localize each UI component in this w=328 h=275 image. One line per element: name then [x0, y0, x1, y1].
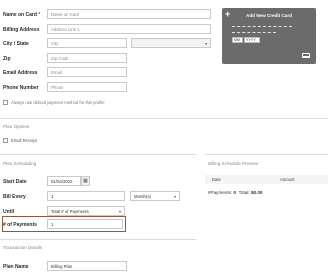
chevron-down-icon: ▾ — [118, 209, 121, 214]
expiry-year-select[interactable]: YYYY — [244, 37, 260, 43]
card-title: Add New Credit Card — [246, 13, 292, 18]
divider — [0, 118, 328, 119]
default-payment-checkbox[interactable] — [3, 100, 8, 105]
billing-address-label: Billing Address — [3, 27, 40, 33]
city-state-label: City / State — [3, 41, 29, 47]
preview-amount-header: Amount — [280, 177, 295, 182]
total-label: Total: — [238, 190, 250, 195]
city-input[interactable]: City — [47, 38, 127, 48]
zip-label: Zip — [3, 56, 11, 62]
plan-name-input[interactable]: Billing Plan — [47, 261, 127, 271]
phone-label: Phone Number — [3, 85, 39, 91]
chevron-down-icon: ▾ — [204, 41, 207, 46]
calendar-icon[interactable]: ▦ — [81, 176, 90, 186]
expiry-month-select[interactable]: MM — [232, 37, 243, 43]
preview-date-header: Date — [212, 177, 221, 182]
email-receipt-label: Email Receipt — [11, 138, 37, 143]
divider — [205, 154, 328, 155]
state-select[interactable]: ▾ — [131, 38, 211, 48]
email-receipt-checkbox[interactable] — [3, 138, 8, 143]
email-label: Email Address — [3, 70, 38, 76]
bill-every-input[interactable]: 1 — [47, 191, 125, 201]
divider — [0, 239, 196, 240]
bill-every-unit-value: Month(s) — [134, 194, 151, 199]
num-payments-label: # of Payments — [3, 222, 37, 228]
credit-card-widget: + Add New Credit Card MM YYYY — [222, 8, 316, 64]
phone-input[interactable]: Phone — [47, 82, 127, 92]
payments-count-label: #Payments: — [208, 190, 233, 195]
plan-name-label: Plan Name — [3, 264, 29, 270]
until-select[interactable]: Total # of Payments ▾ — [47, 206, 125, 216]
preview-summary: #Payments: 0 Total: $0.00 — [208, 190, 262, 195]
preview-table-header: Date Amount — [205, 175, 328, 184]
plan-scheduling-title: Plan Scheduling — [3, 161, 37, 166]
until-value: Total # of Payments — [51, 209, 89, 214]
chevron-down-icon: ▾ — [173, 194, 176, 199]
card-chip-icon — [302, 53, 310, 58]
payments-count-value: 0 — [233, 190, 237, 195]
card-number-line-2 — [232, 32, 276, 33]
preview-title: Billing Schedule Preview — [208, 161, 259, 166]
zip-input[interactable]: Zip Code — [47, 53, 127, 63]
billing-address-input[interactable]: Address Line 1 — [47, 24, 211, 34]
email-input[interactable]: Email — [47, 67, 127, 77]
name-on-card-label: Name on Card * — [3, 12, 41, 18]
card-number-line — [232, 26, 292, 27]
bill-every-label: Bill Every — [3, 194, 26, 200]
start-date-input[interactable]: 01/04/2022 — [47, 176, 81, 186]
name-on-card-input[interactable]: Name on Card — [47, 9, 211, 19]
default-payment-label: Always use default payment method for th… — [11, 100, 105, 105]
bill-every-unit-select[interactable]: Month(s) ▾ — [130, 191, 180, 201]
start-date-label: Start Date — [3, 179, 27, 185]
num-payments-input[interactable]: 1 — [47, 219, 123, 229]
plan-options-title: Plan Options — [3, 124, 30, 129]
until-label: Until — [3, 209, 15, 215]
divider — [0, 154, 196, 155]
total-value: $0.00 — [250, 190, 263, 195]
transaction-details-title: Transaction Details — [3, 245, 43, 250]
